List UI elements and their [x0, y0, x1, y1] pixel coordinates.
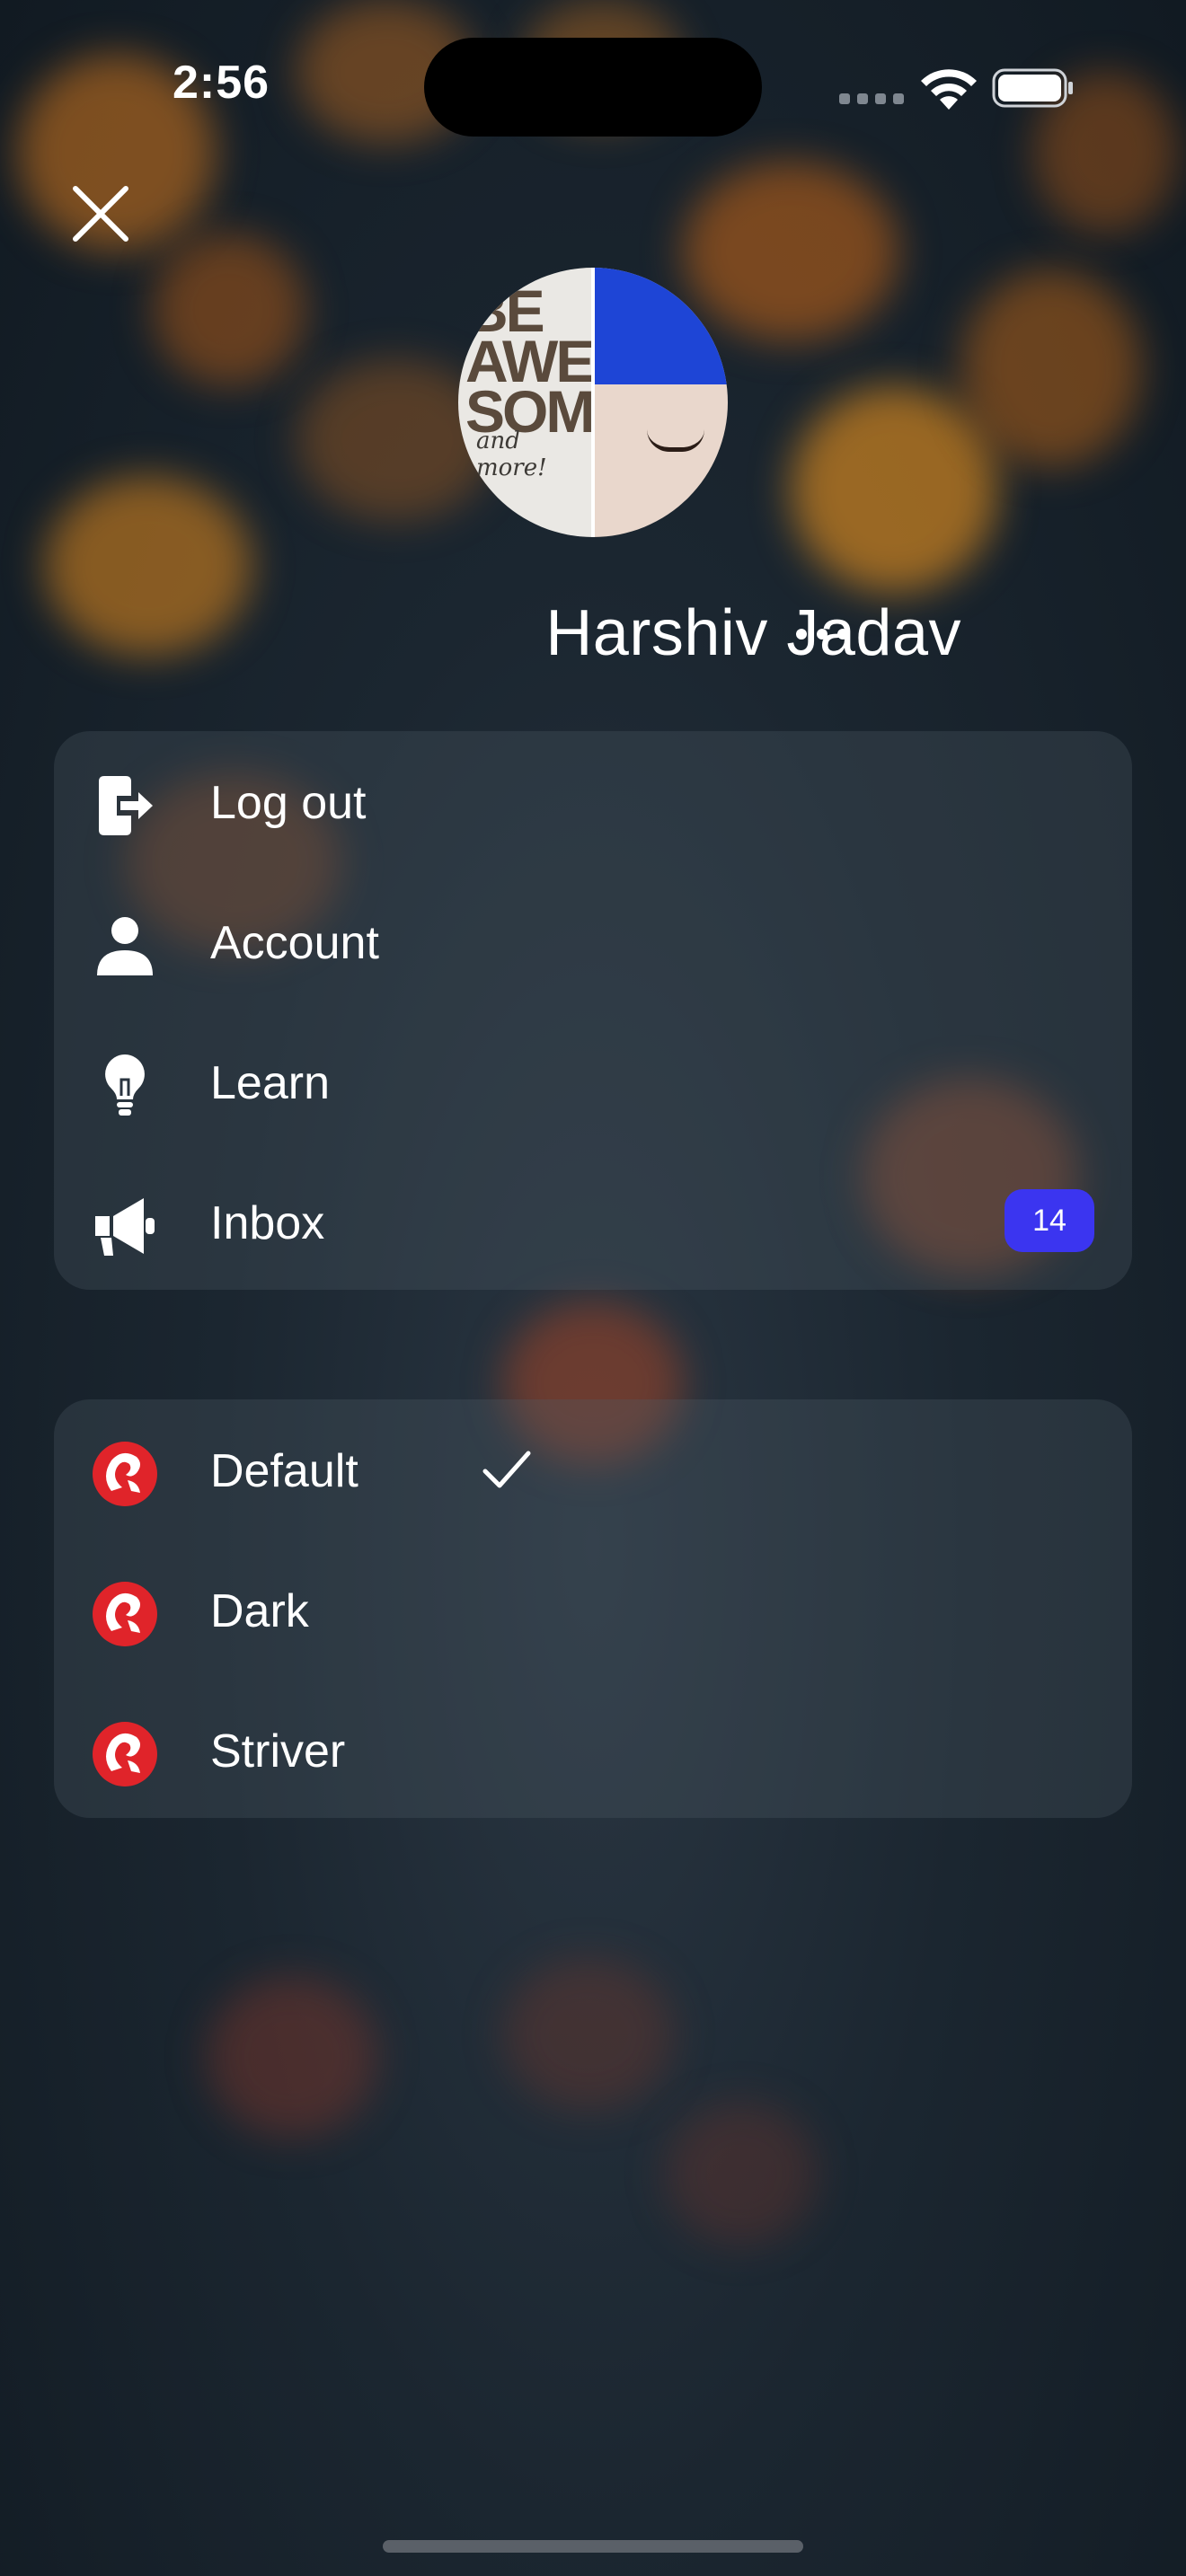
menu-item-label: Learn — [210, 1057, 330, 1109]
menu-item-label: Account — [210, 917, 379, 969]
avatar-hat — [593, 268, 728, 384]
wifi-icon — [921, 69, 977, 110]
theme-item-label: Striver — [210, 1725, 346, 1778]
profile-name: Harshiv Jadav — [0, 596, 1087, 670]
person-icon — [97, 917, 153, 975]
menu-item-label: Inbox — [210, 1197, 325, 1249]
inbox-count-badge: 14 — [1005, 1189, 1094, 1252]
profile-name-text: Harshiv Jadav — [545, 597, 961, 669]
theme-item-label: Default — [210, 1445, 358, 1497]
lightbulb-icon — [105, 1054, 145, 1116]
status-time: 2:56 — [173, 57, 270, 109]
profile-avatar[interactable]: BE AWE SOME and more! — [458, 268, 728, 537]
menu-item-account[interactable]: Account — [54, 871, 1132, 1011]
app-logo-icon — [93, 1442, 157, 1506]
theme-item-dark[interactable]: Dark — [54, 1539, 1132, 1680]
app-logo-icon — [93, 1582, 157, 1646]
battery-icon — [992, 68, 1073, 108]
logout-icon — [99, 776, 153, 835]
dynamic-island — [424, 38, 762, 137]
theme-item-label: Dark — [210, 1585, 309, 1637]
theme-card: Default Dark Striver — [54, 1399, 1132, 1818]
megaphone-icon — [95, 1198, 155, 1256]
app-logo-icon — [93, 1722, 157, 1786]
home-indicator[interactable] — [383, 2540, 803, 2553]
ellipsis-icon[interactable] — [791, 609, 854, 659]
theme-item-default[interactable]: Default — [54, 1399, 1132, 1539]
close-icon[interactable] — [66, 180, 135, 248]
menu-item-inbox[interactable]: Inbox — [54, 1151, 1132, 1292]
menu-item-label: Log out — [210, 777, 367, 829]
avatar-divider — [591, 268, 595, 537]
checkmark-icon — [482, 1451, 531, 1488]
theme-item-striver[interactable]: Striver — [54, 1680, 1132, 1820]
cellular-signal-icon — [839, 93, 904, 104]
menu-item-learn[interactable]: Learn — [54, 1011, 1132, 1151]
status-bar: 2:56 — [0, 0, 1186, 180]
menu-item-logout[interactable]: Log out — [54, 731, 1132, 871]
menu-card: Log out Account Learn Inbox 14 — [54, 731, 1132, 1290]
avatar-small-text: and more! — [476, 428, 547, 481]
avatar-text: BE AWE SOME — [465, 278, 632, 445]
avatar-left-half: BE AWE SOME and more! — [458, 268, 632, 537]
